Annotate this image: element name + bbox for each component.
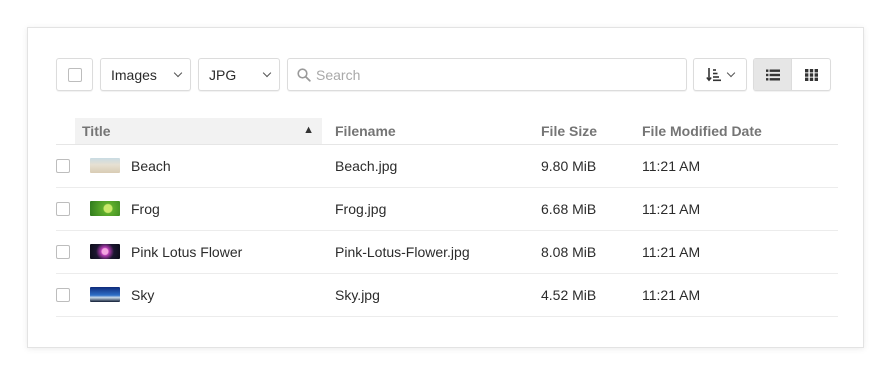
extension-dropdown[interactable]: JPG [198, 58, 280, 91]
column-header-modified-date-label: File Modified Date [642, 122, 762, 139]
select-all-checkbox[interactable] [56, 58, 93, 91]
image-thumbnail[interactable] [90, 158, 120, 173]
file-size-cell: 8.08 MiB [541, 230, 642, 274]
column-header-file-size-label: File Size [541, 122, 598, 139]
list-view-icon [765, 69, 780, 80]
table-row[interactable]: Sky Sky.jpg 4.52 MiB 11:21 AM [56, 273, 838, 317]
file-size-cell: 9.80 MiB [541, 144, 642, 188]
column-header-filename[interactable]: Filename [322, 118, 541, 145]
table-header-row: Title ▲ Filename File Size File Modified… [56, 118, 838, 145]
modified-date-cell: 11:21 AM [642, 187, 838, 231]
modified-date-cell: 11:21 AM [642, 273, 838, 317]
grid-view-icon [804, 68, 818, 81]
search-input[interactable] [316, 66, 676, 83]
chevron-down-icon [726, 68, 736, 77]
column-header-title-label: Title [82, 122, 111, 139]
table-row[interactable]: Beach Beach.jpg 9.80 MiB 11:21 AM [56, 144, 838, 188]
chevron-down-icon [173, 68, 183, 77]
row-checkbox[interactable] [56, 287, 70, 302]
row-checkbox[interactable] [56, 244, 70, 259]
image-thumbnail[interactable] [90, 244, 120, 259]
file-size-cell: 6.68 MiB [541, 187, 642, 231]
chevron-down-icon [262, 68, 272, 77]
modified-date-cell: 11:21 AM [642, 144, 838, 188]
table-row[interactable]: Pink Lotus Flower Pink-Lotus-Flower.jpg … [56, 230, 838, 274]
row-checkbox-cell [56, 187, 75, 231]
file-type-value: Images [111, 66, 157, 83]
row-checkbox-cell [56, 273, 75, 317]
modified-date-cell: 11:21 AM [642, 230, 838, 274]
row-checkbox-cell [56, 230, 75, 274]
file-table: Title ▲ Filename File Size File Modified… [56, 118, 838, 317]
toolbar: Images JPG [56, 58, 831, 91]
column-header-modified-date[interactable]: File Modified Date [642, 118, 838, 145]
file-title[interactable]: Frog [131, 201, 160, 217]
file-size-cell: 4.52 MiB [541, 273, 642, 317]
filename-cell: Pink-Lotus-Flower.jpg [322, 230, 541, 274]
row-checkbox-cell [56, 144, 75, 188]
file-type-dropdown[interactable]: Images [100, 58, 191, 91]
title-cell: Pink Lotus Flower [75, 230, 322, 274]
image-thumbnail[interactable] [90, 201, 120, 216]
file-browser-panel: Images JPG Search Title ▲ Filename File … [27, 27, 864, 348]
select-all-box[interactable] [68, 68, 82, 82]
column-header-title[interactable]: Title ▲ [75, 118, 322, 145]
filename-cell: Frog.jpg [322, 187, 541, 231]
search-box[interactable] [287, 58, 687, 91]
title-cell: Beach [75, 144, 322, 188]
filename-cell: Sky.jpg [322, 273, 541, 317]
file-title[interactable]: Pink Lotus Flower [131, 244, 242, 260]
extension-value: JPG [209, 66, 237, 83]
table-row[interactable]: Frog Frog.jpg 6.68 MiB 11:21 AM [56, 187, 838, 231]
column-header-filename-label: Filename [335, 122, 396, 139]
grid-view-button[interactable] [792, 59, 830, 90]
sort-order-button[interactable] [693, 58, 747, 91]
header-checkbox-cell [56, 118, 75, 145]
list-view-button[interactable] [754, 59, 793, 90]
sort-order-icon [706, 68, 721, 82]
filename-cell: Beach.jpg [322, 144, 541, 188]
file-title[interactable]: Sky [131, 287, 154, 303]
search-icon [297, 67, 311, 82]
file-title[interactable]: Beach [131, 158, 171, 174]
row-checkbox[interactable] [56, 201, 70, 216]
column-header-file-size[interactable]: File Size [541, 118, 642, 145]
row-checkbox[interactable] [56, 158, 70, 173]
image-thumbnail[interactable] [90, 287, 120, 302]
title-cell: Frog [75, 187, 322, 231]
view-toggle-group [753, 58, 831, 91]
sort-ascending-icon: ▲ [303, 124, 314, 136]
title-cell: Sky [75, 273, 322, 317]
